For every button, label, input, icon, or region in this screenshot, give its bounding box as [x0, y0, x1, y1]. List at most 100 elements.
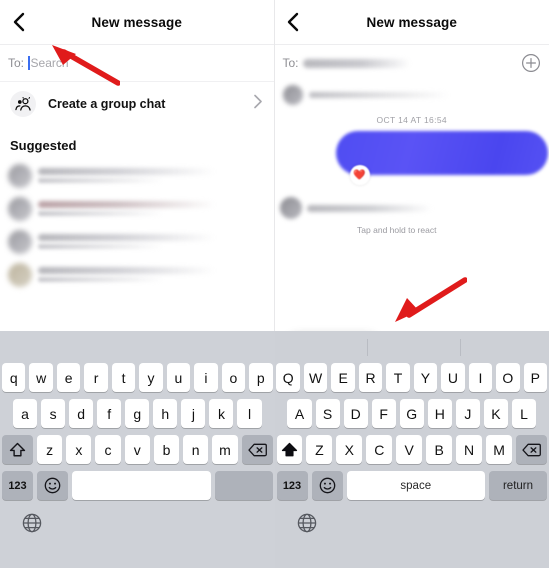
contact-name-redacted [38, 234, 216, 241]
key-w[interactable]: w [29, 363, 53, 392]
emoji-key[interactable] [311, 471, 343, 500]
key-U[interactable]: U [441, 363, 465, 392]
contact-handle-redacted [38, 277, 164, 282]
list-item[interactable] [0, 225, 274, 258]
key-n[interactable]: n [183, 435, 209, 464]
avatar [8, 163, 32, 188]
back-button[interactable] [283, 12, 303, 32]
key-a[interactable]: a [12, 399, 38, 428]
keyboard-row-3: z x c v b n m [0, 435, 275, 464]
key-F[interactable]: F [371, 399, 396, 428]
space-key[interactable]: space [346, 471, 485, 500]
globe-key[interactable] [22, 513, 42, 538]
key-B[interactable]: B [426, 435, 453, 464]
create-group-chat-row[interactable]: Create a group chat [0, 82, 274, 126]
key-t[interactable]: t [111, 363, 136, 392]
message-timestamp: OCT 14 AT 16:54 [376, 115, 447, 125]
key-E[interactable]: E [331, 363, 355, 392]
key-A[interactable]: A [287, 399, 312, 428]
key-z[interactable]: z [36, 435, 63, 464]
create-group-chat-label: Create a group chat [48, 97, 166, 111]
key-Z[interactable]: Z [306, 435, 333, 464]
key-M[interactable]: M [486, 435, 512, 464]
key-l[interactable]: l [237, 399, 262, 428]
react-hint-text: Tap and hold to react [357, 225, 437, 235]
globe-key[interactable] [297, 513, 317, 538]
key-I[interactable]: I [468, 363, 493, 392]
list-item[interactable] [0, 192, 274, 225]
reaction-heart-badge[interactable]: ❤️ [349, 165, 370, 185]
key-k[interactable]: k [209, 399, 234, 428]
key-V[interactable]: V [396, 435, 423, 464]
key-P[interactable]: P [523, 363, 548, 392]
key-e[interactable]: e [56, 363, 81, 392]
key-R[interactable]: R [358, 363, 383, 392]
key-f[interactable]: f [97, 399, 122, 428]
key-d[interactable]: d [69, 399, 94, 428]
key-J[interactable]: J [455, 399, 480, 428]
space-key[interactable] [72, 471, 211, 500]
key-v[interactable]: v [124, 435, 150, 464]
key-H[interactable]: H [427, 399, 452, 428]
keyboard-row-4: 123 space return [275, 471, 549, 500]
key-S[interactable]: S [315, 399, 340, 428]
key-O[interactable]: O [496, 363, 520, 392]
key-i[interactable]: i [194, 363, 218, 392]
chevron-left-icon [13, 12, 24, 32]
list-item[interactable] [0, 159, 274, 192]
shift-key[interactable] [276, 435, 303, 464]
prediction-bar[interactable] [0, 331, 275, 363]
prediction-bar[interactable] [275, 331, 549, 363]
key-N[interactable]: N [456, 435, 483, 464]
key-c[interactable]: c [95, 435, 121, 464]
key-C[interactable]: C [366, 435, 393, 464]
backspace-key[interactable] [516, 435, 547, 464]
key-p[interactable]: p [249, 363, 273, 392]
key-T[interactable]: T [386, 363, 410, 392]
search-input[interactable]: Search [31, 56, 69, 70]
contact-text-block [38, 234, 266, 249]
key-g[interactable]: g [125, 399, 150, 428]
key-K[interactable]: K [483, 399, 508, 428]
key-y[interactable]: y [139, 363, 163, 392]
suggested-section-title: Suggested [10, 138, 77, 153]
key-G[interactable]: G [399, 399, 424, 428]
key-s[interactable]: s [41, 399, 66, 428]
shift-key[interactable] [1, 435, 33, 464]
key-D[interactable]: D [343, 399, 368, 428]
to-label: To: [8, 56, 25, 70]
recipient-row[interactable]: To: [275, 45, 549, 81]
numeric-key[interactable]: 123 [276, 471, 308, 500]
contact-text-block [38, 201, 266, 216]
key-j[interactable]: j [181, 399, 206, 428]
numeric-key[interactable]: 123 [2, 471, 33, 500]
key-X[interactable]: X [336, 435, 363, 464]
backspace-key[interactable] [241, 435, 273, 464]
key-o[interactable]: o [221, 363, 246, 392]
message-bubble-incoming-redacted[interactable] [306, 204, 432, 212]
return-key[interactable] [214, 471, 273, 500]
emoji-key[interactable] [37, 471, 68, 500]
backspace-icon [522, 443, 541, 456]
key-m[interactable]: m [212, 435, 238, 464]
key-L[interactable]: L [511, 399, 537, 428]
list-item[interactable] [0, 258, 274, 291]
key-u[interactable]: u [166, 363, 191, 392]
key-q[interactable]: q [1, 363, 26, 392]
key-b[interactable]: b [153, 435, 180, 464]
chevron-right-icon [253, 94, 262, 114]
recipient-search-row[interactable]: To: Search [0, 45, 274, 81]
contact-handle-redacted [38, 211, 164, 216]
key-r[interactable]: r [84, 363, 108, 392]
key-W[interactable]: W [303, 363, 328, 392]
back-button[interactable] [8, 12, 28, 32]
add-recipient-button[interactable] [521, 53, 541, 73]
return-key[interactable]: return [489, 471, 547, 500]
key-Q[interactable]: Q [276, 363, 300, 392]
chevron-left-icon [287, 12, 299, 32]
contact-text-block [38, 267, 266, 282]
key-h[interactable]: h [153, 399, 178, 428]
keyboard-row-2: a s d f g h j k l [0, 399, 275, 428]
key-Y[interactable]: Y [413, 363, 438, 392]
key-x[interactable]: x [66, 435, 92, 464]
